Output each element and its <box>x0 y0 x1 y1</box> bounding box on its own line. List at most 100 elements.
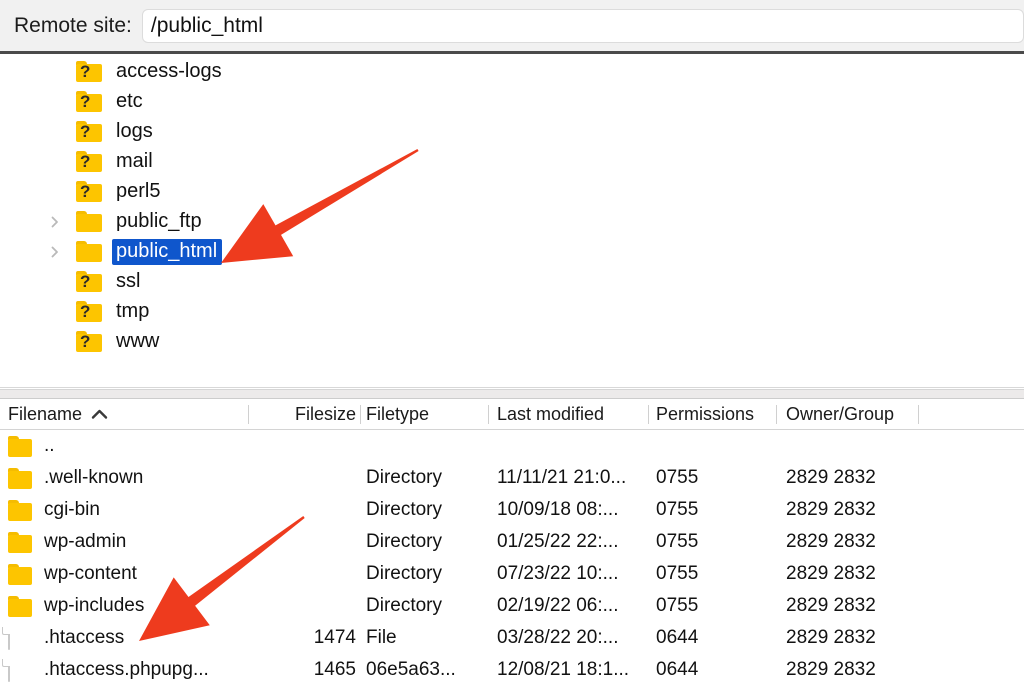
cell-last_modified: 07/23/22 10:... <box>497 558 645 590</box>
filename-label: .htaccess <box>44 627 124 649</box>
cell-owner_group: 2829 2832 <box>786 654 914 686</box>
tree-item-access-logs[interactable]: ?access-logs <box>0 57 1024 87</box>
tree-item-etc[interactable]: ?etc <box>0 87 1024 117</box>
remote-directory-tree[interactable]: ?access-logs?etc?logs?mail?perl5public_f… <box>0 57 1024 388</box>
sort-ascending-icon <box>91 404 108 425</box>
table-row[interactable]: wp-adminDirectory01/25/22 22:...07552829… <box>0 526 1024 558</box>
column-header-label: Last modified <box>497 404 604 425</box>
filename-label: .well-known <box>44 467 143 489</box>
cell-filetype: File <box>366 622 484 654</box>
column-divider[interactable] <box>488 405 489 424</box>
table-row[interactable]: wp-contentDirectory07/23/22 10:...075528… <box>0 558 1024 590</box>
table-row[interactable]: .htaccess1474File03/28/22 20:...06442829… <box>0 622 1024 654</box>
cell-permissions: 0644 <box>656 622 770 654</box>
column-divider[interactable] <box>360 405 361 424</box>
tree-item-public_ftp[interactable]: public_ftp <box>0 207 1024 237</box>
cell-filesize <box>256 590 356 622</box>
file-icon <box>8 660 32 681</box>
tree-item-label: logs <box>112 119 158 145</box>
folder-unknown-icon: ? <box>76 61 102 83</box>
column-divider[interactable] <box>776 405 777 424</box>
column-header-label: Permissions <box>656 404 754 425</box>
cell-owner_group: 2829 2832 <box>786 558 914 590</box>
cell-permissions: 0644 <box>656 654 770 686</box>
cell-permissions: 0755 <box>656 494 770 526</box>
cell-owner_group: 2829 2832 <box>786 494 914 526</box>
column-header-label: Filename <box>8 404 82 425</box>
file-list-header: Filename Filesize Filetype Last modified Per… <box>0 399 1024 430</box>
cell-filename[interactable]: .htaccess.phpupg... <box>8 654 244 686</box>
tree-item-public_html[interactable]: public_html <box>0 237 1024 267</box>
cell-filetype: Directory <box>366 590 484 622</box>
tree-item-label: perl5 <box>112 179 165 205</box>
column-divider[interactable] <box>648 405 649 424</box>
tree-item-ssl[interactable]: ?ssl <box>0 267 1024 297</box>
cell-filesize <box>256 494 356 526</box>
cell-filesize <box>256 462 356 494</box>
tree-item-label: www <box>112 329 164 355</box>
filename-label: wp-content <box>44 563 137 585</box>
tree-item-logs[interactable]: ?logs <box>0 117 1024 147</box>
filezilla-remote-pane: Remote site: /public_html ?access-logs?e… <box>0 0 1024 687</box>
cell-filename[interactable]: wp-includes <box>8 590 244 622</box>
cell-filename[interactable]: .. <box>8 430 244 462</box>
cell-filename[interactable]: .well-known <box>8 462 244 494</box>
column-header-last_modified[interactable]: Last modified <box>497 399 645 429</box>
cell-filename[interactable]: .htaccess <box>8 622 244 654</box>
tree-item-label: mail <box>112 149 158 175</box>
column-header-filename[interactable]: Filename <box>8 399 244 429</box>
remote-file-list[interactable]: Filename Filesize Filetype Last modified Per… <box>0 399 1024 687</box>
cell-filesize: 1465 <box>256 654 356 686</box>
cell-filetype: Directory <box>366 462 484 494</box>
pane-splitter[interactable] <box>0 389 1024 399</box>
tree-item-mail[interactable]: ? mail <box>0 147 1024 177</box>
column-header-label: Owner/Group <box>786 404 894 425</box>
chevron-right-icon[interactable] <box>48 215 62 229</box>
table-row[interactable]: wp-includesDirectory02/19/22 06:...07552… <box>0 590 1024 622</box>
cell-filename[interactable]: wp-content <box>8 558 244 590</box>
folder-icon <box>8 596 32 617</box>
folder-unknown-icon: ? <box>76 181 102 203</box>
folder-unknown-icon: ? <box>76 151 102 173</box>
file-icon <box>8 628 32 649</box>
folder-icon <box>8 468 32 489</box>
cell-last_modified: 01/25/22 22:... <box>497 526 645 558</box>
cell-owner_group <box>786 430 914 462</box>
tree-item-label: etc <box>112 89 148 115</box>
cell-filesize <box>256 430 356 462</box>
cell-filetype: Directory <box>366 494 484 526</box>
cell-filetype: Directory <box>366 558 484 590</box>
chevron-right-icon[interactable] <box>48 245 62 259</box>
cell-last_modified: 02/19/22 06:... <box>497 590 645 622</box>
column-divider[interactable] <box>248 405 249 424</box>
tree-item-www[interactable]: ? www <box>0 327 1024 357</box>
folder-icon <box>8 436 32 457</box>
folder-unknown-icon: ? <box>76 331 102 353</box>
column-header-owner_group[interactable]: Owner/Group <box>786 399 914 429</box>
column-header-label: Filetype <box>366 404 429 425</box>
column-header-permissions[interactable]: Permissions <box>656 399 770 429</box>
cell-owner_group: 2829 2832 <box>786 462 914 494</box>
filename-label: wp-admin <box>44 531 126 553</box>
tree-item-tmp[interactable]: ?tmp <box>0 297 1024 327</box>
column-header-filesize[interactable]: Filesize <box>256 399 356 429</box>
remote-path-input[interactable]: /public_html <box>142 9 1024 43</box>
cell-filetype: Directory <box>366 526 484 558</box>
folder-icon <box>8 500 32 521</box>
column-header-label: Filesize <box>295 404 356 425</box>
cell-last_modified <box>497 430 645 462</box>
tree-item-label: public_ftp <box>112 209 207 235</box>
table-row[interactable]: cgi-binDirectory10/09/18 08:...07552829 … <box>0 494 1024 526</box>
column-header-filetype[interactable]: Filetype <box>366 399 484 429</box>
cell-filename[interactable]: cgi-bin <box>8 494 244 526</box>
tree-item-label: public_html <box>112 239 222 265</box>
table-row[interactable]: .. <box>0 430 1024 462</box>
cell-owner_group: 2829 2832 <box>786 622 914 654</box>
tree-item-label: tmp <box>112 299 154 325</box>
cell-filename[interactable]: wp-admin <box>8 526 244 558</box>
tree-item-perl5[interactable]: ? perl5 <box>0 177 1024 207</box>
column-divider[interactable] <box>918 405 919 424</box>
table-row[interactable]: .htaccess.phpupg...146506e5a63...12/08/2… <box>0 654 1024 686</box>
table-row[interactable]: .well-knownDirectory11/11/21 21:0...0755… <box>0 462 1024 494</box>
cell-filetype: 06e5a63... <box>366 654 484 686</box>
